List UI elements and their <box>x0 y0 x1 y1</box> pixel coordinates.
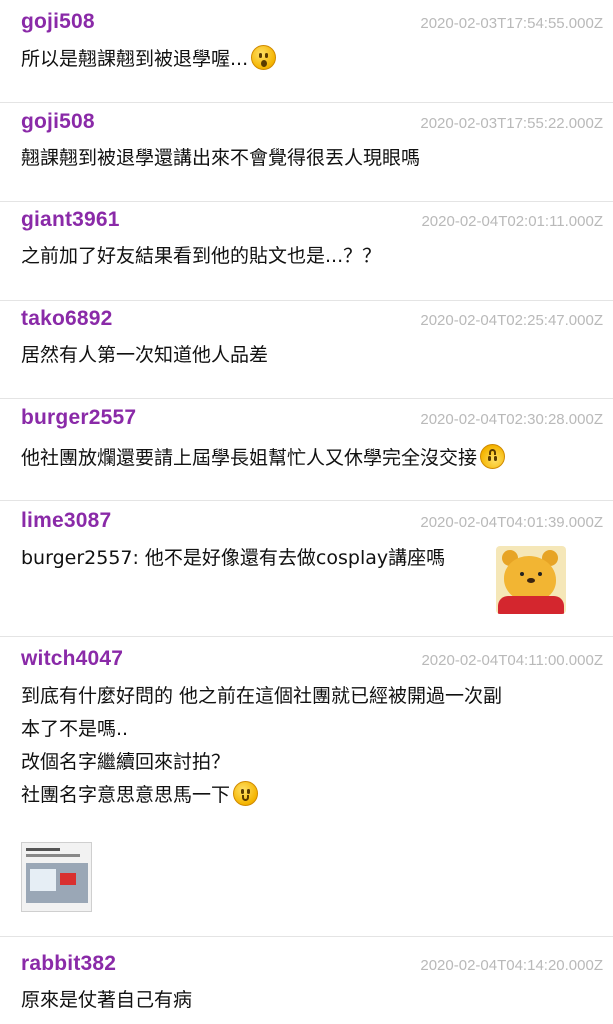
comment-username[interactable]: giant3961 <box>21 208 120 232</box>
comment-username[interactable]: tako6892 <box>21 307 113 331</box>
comment-item: giant3961 2020-02-04T02:01:11.000Z 之前加了好… <box>0 208 613 267</box>
comment-timestamp: 2020-02-04T02:01:11.000Z <box>421 213 603 230</box>
comment-username[interactable]: witch4047 <box>21 647 123 671</box>
comment-text: 居然有人第一次知道他人品差 <box>21 339 591 372</box>
comment-line: 之前加了好友結果看到他的貼文也是...？？ <box>21 245 382 267</box>
divider <box>0 500 613 501</box>
comment-line: 所以是翹課翹到被退學喔... <box>21 48 249 70</box>
pooh-sticker[interactable] <box>496 546 566 614</box>
divider <box>0 102 613 103</box>
comment-timestamp: 2020-02-04T04:14:20.000Z <box>420 957 603 974</box>
comment-username[interactable]: goji508 <box>21 10 95 34</box>
comment-timestamp: 2020-02-04T04:11:00.000Z <box>421 652 603 669</box>
comment-timestamp: 2020-02-03T17:54:55.000Z <box>420 15 603 32</box>
comment-line: 本了不是嗎.. <box>21 718 129 740</box>
screenshot-thumbnail[interactable] <box>21 842 92 912</box>
divider <box>0 398 613 399</box>
comment-line: burger2557: 他不是好像還有去做cosplay講座嗎 <box>21 547 446 569</box>
comment-item: rabbit382 2020-02-04T04:14:20.000Z 原來是仗著… <box>0 952 613 1011</box>
thumb-line <box>26 848 60 851</box>
comment-line: 翹課翹到被退學還講出來不會覺得很丟人現眼嗎 <box>21 147 421 169</box>
pooh-shirt <box>498 596 564 614</box>
comment-username[interactable]: lime3087 <box>21 509 111 533</box>
comment-text: 他社團放爛還要請上屆學長姐幫忙人又休學完全沒交接 <box>21 442 591 475</box>
comment-timestamp: 2020-02-03T17:55:22.000Z <box>420 115 603 132</box>
thumb-red-mark <box>60 873 76 885</box>
comment-text: 之前加了好友結果看到他的貼文也是...？？ <box>21 240 591 273</box>
comment-text: 翹課翹到被退學還講出來不會覺得很丟人現眼嗎 <box>21 142 591 175</box>
pooh-eye <box>538 572 542 576</box>
divider <box>0 201 613 202</box>
thumb-line <box>26 854 80 857</box>
comment-item: witch4047 2020-02-04T04:11:00.000Z 到底有什麼… <box>0 647 613 806</box>
comment-item: lime3087 2020-02-04T04:01:39.000Z burger… <box>0 509 613 569</box>
comment-username[interactable]: rabbit382 <box>21 952 116 976</box>
comment-item: goji508 2020-02-03T17:54:55.000Z 所以是翹課翹到… <box>0 10 613 70</box>
smiling-face-icon <box>233 781 259 806</box>
divider <box>0 936 613 937</box>
comment-text: 到底有什麼好問的 他之前在這個社團就已經被開過一次副 本了不是嗎.. 改個名字繼… <box>21 680 591 812</box>
comment-line: 改個名字繼續回來討拍？ <box>21 751 231 773</box>
comment-line: 到底有什麼好問的 他之前在這個社團就已經被開過一次副 <box>21 685 503 707</box>
astonished-face-icon <box>251 45 277 70</box>
thumb-card-panel <box>30 869 56 891</box>
pooh-eye <box>520 572 524 576</box>
comment-item: burger2557 2020-02-04T02:30:28.000Z 他社團放… <box>0 406 613 469</box>
comment-item: tako6892 2020-02-04T02:25:47.000Z 居然有人第一… <box>0 307 613 366</box>
divider <box>0 300 613 301</box>
comment-username[interactable]: goji508 <box>21 110 95 134</box>
comment-text: 原來是仗著自己有病 <box>21 984 591 1017</box>
comment-username[interactable]: burger2557 <box>21 406 136 430</box>
pooh-nose <box>527 578 535 583</box>
divider <box>0 636 613 637</box>
comment-line: 原來是仗著自己有病 <box>21 989 193 1011</box>
comment-text: 所以是翹課翹到被退學喔... <box>21 43 591 76</box>
comment-timestamp: 2020-02-04T02:25:47.000Z <box>420 312 603 329</box>
comment-timestamp: 2020-02-04T02:30:28.000Z <box>420 411 603 428</box>
comment-feed: goji508 2020-02-03T17:54:55.000Z 所以是翹課翹到… <box>0 0 613 1024</box>
comment-line: 社團名字意思意思馬一下 <box>21 784 231 806</box>
comment-line: 他社團放爛還要請上屆學長姐幫忙人又休學完全沒交接 <box>21 447 478 469</box>
comment-line: 居然有人第一次知道他人品差 <box>21 344 269 366</box>
comment-item: goji508 2020-02-03T17:55:22.000Z 翹課翹到被退學… <box>0 110 613 169</box>
upside-down-face-icon <box>480 444 506 469</box>
comment-timestamp: 2020-02-04T04:01:39.000Z <box>420 514 603 531</box>
